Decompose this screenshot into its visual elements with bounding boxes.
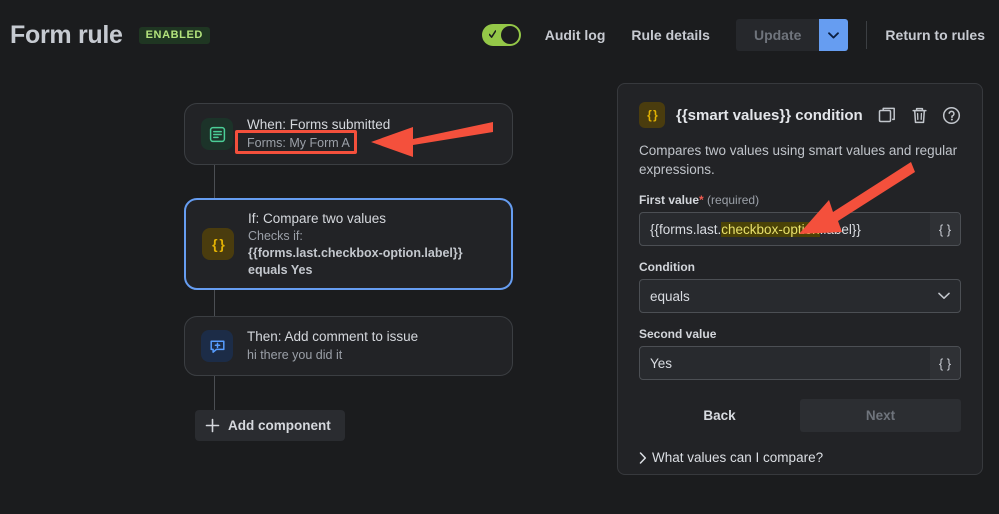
next-button[interactable]: Next: [800, 399, 961, 432]
return-to-rules-link[interactable]: Return to rules: [885, 27, 985, 43]
chevron-down-icon: [938, 292, 950, 300]
trigger-node[interactable]: When: Forms submitted Forms: My Form A: [184, 103, 513, 165]
add-component-button[interactable]: Add component: [195, 410, 345, 441]
chevron-down-icon: [828, 32, 839, 39]
automation-rule-editor: Form rule ENABLED Audit log Rule details…: [0, 0, 999, 514]
second-value-input[interactable]: Yes { }: [639, 346, 961, 380]
connector-3: [214, 375, 215, 413]
add-component-label: Add component: [228, 418, 331, 433]
compare-link-label: What values can I compare?: [652, 450, 823, 465]
audit-log-link[interactable]: Audit log: [545, 27, 606, 43]
first-value-label-text: First value: [639, 193, 699, 207]
first-value-input[interactable]: {{forms.last.checkbox-option.label}} { }: [639, 212, 961, 246]
app-header: Form rule ENABLED Audit log Rule details…: [0, 0, 999, 70]
action-node-body: Then: Add comment to issue hi there you …: [247, 328, 430, 363]
action-node-title: Then: Add comment to issue: [247, 328, 418, 346]
action-node[interactable]: Then: Add comment to issue hi there you …: [184, 316, 513, 376]
smart-values-icon: { }: [202, 228, 234, 260]
second-value-label: Second value: [639, 327, 961, 341]
header-divider: [866, 21, 867, 49]
panel-button-row: Back Next: [639, 399, 961, 432]
condition-selected-value: equals: [640, 289, 690, 304]
panel-header: { } {{smart values}} condition: [639, 102, 961, 128]
title-group: Form rule ENABLED: [0, 21, 210, 50]
page-title: Form rule: [10, 21, 123, 50]
condition-select[interactable]: equals: [639, 279, 961, 313]
rule-enabled-toggle[interactable]: [482, 24, 521, 46]
update-dropdown-button[interactable]: [819, 19, 848, 51]
what-values-can-i-compare-link[interactable]: What values can I compare?: [639, 450, 961, 465]
panel-title: {{smart values}} condition: [676, 107, 863, 124]
rule-flow-canvas[interactable]: When: Forms submitted Forms: My Form A {…: [0, 70, 617, 514]
check-icon: [489, 29, 496, 40]
trigger-node-body: When: Forms submitted Forms: My Form A: [247, 116, 402, 151]
first-value-smart-values-button[interactable]: { }: [930, 213, 960, 245]
first-value-highlight: checkbox-option: [721, 222, 819, 237]
condition-node-subtitle: Checks if:: [248, 228, 499, 245]
rule-details-link[interactable]: Rule details: [631, 27, 710, 43]
form-icon: [201, 118, 233, 150]
first-value-prefix: {{forms.last.: [650, 222, 721, 237]
component-config-panel: { } {{smart values}} condition: [617, 83, 983, 475]
chevron-right-icon: [639, 452, 647, 464]
first-value-suffix: .label}}: [820, 222, 861, 237]
header-actions: Audit log Rule details Update Return to …: [482, 19, 999, 51]
help-icon[interactable]: [942, 106, 961, 125]
second-value-smart-values-button[interactable]: { }: [930, 347, 960, 379]
update-button-group: Update: [736, 19, 848, 51]
delete-icon[interactable]: [910, 106, 929, 125]
action-node-subtitle: hi there you did it: [247, 347, 418, 364]
trigger-node-subtitle: Forms: My Form A: [247, 135, 390, 152]
required-star: *: [699, 193, 704, 207]
second-value-text: Yes: [640, 356, 672, 371]
back-button[interactable]: Back: [639, 399, 800, 432]
panel-action-icons: [878, 106, 961, 125]
first-value-text: {{forms.last.checkbox-option.label}}: [640, 222, 861, 237]
condition-node-body: If: Compare two values Checks if: {{form…: [248, 210, 511, 279]
first-value-label: First value* (required): [639, 193, 961, 207]
condition-node-title: If: Compare two values: [248, 210, 499, 228]
status-badge: ENABLED: [139, 27, 210, 44]
plus-icon: [205, 418, 220, 433]
trigger-node-title: When: Forms submitted: [247, 116, 390, 134]
condition-node-detail: {{forms.last.checkbox-option.label}} equ…: [248, 245, 499, 279]
duplicate-icon[interactable]: [878, 106, 897, 125]
panel-description: Compares two values using smart values a…: [639, 141, 961, 179]
update-button[interactable]: Update: [736, 19, 819, 51]
required-text: (required): [707, 193, 759, 207]
smart-values-icon: { }: [639, 102, 665, 128]
toggle-knob: [501, 26, 519, 44]
condition-label: Condition: [639, 260, 961, 274]
add-comment-icon: [201, 330, 233, 362]
condition-node[interactable]: { } If: Compare two values Checks if: {{…: [184, 198, 513, 290]
